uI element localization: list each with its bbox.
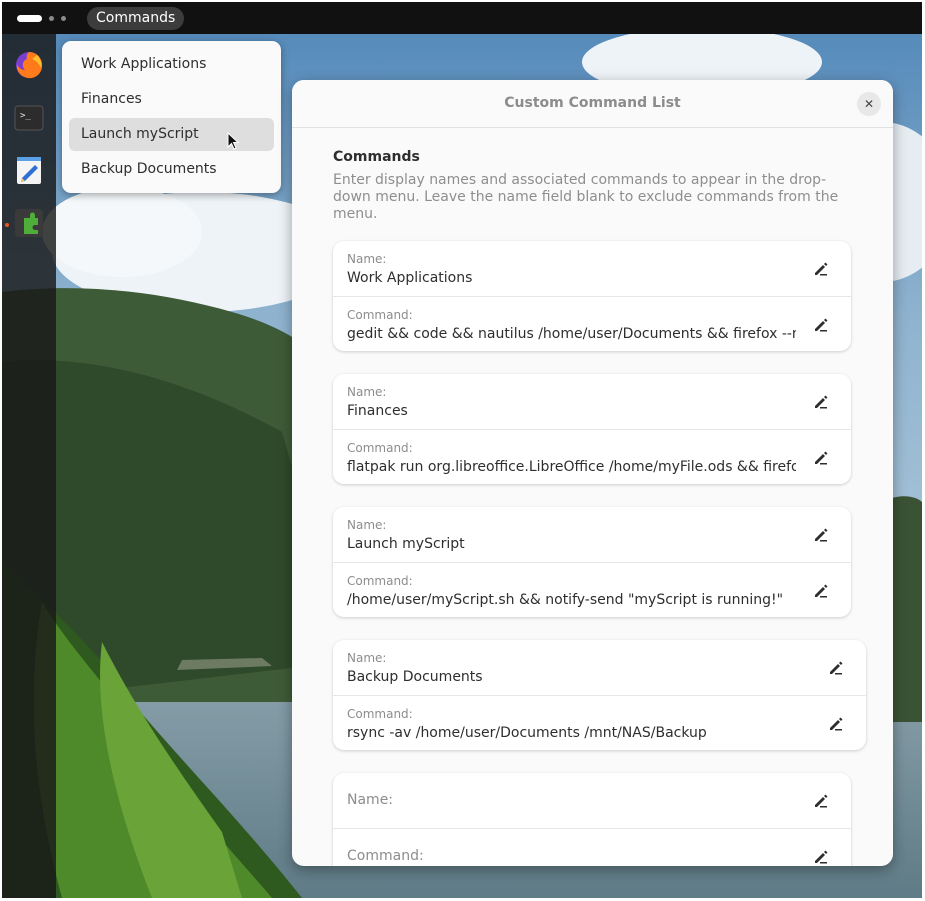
edit-icon[interactable] — [813, 849, 829, 865]
name-value[interactable]: Backup Documents — [347, 669, 811, 685]
text-editor-icon[interactable] — [13, 154, 45, 186]
command-entry-card: Name: Launch myScript Command: /home/use… — [333, 507, 851, 617]
commands-menu-button[interactable]: Commands — [87, 7, 185, 30]
section-title: Commands — [333, 149, 420, 165]
top-bar: Commands — [2, 2, 922, 34]
custom-command-list-dialog: Custom Command List ✕ Commands Enter dis… — [292, 80, 893, 866]
menu-item-launch-myscript[interactable]: Launch myScript — [69, 118, 274, 151]
command-label: Command: — [347, 707, 413, 721]
name-row[interactable]: Name: Finances — [333, 374, 851, 429]
terminal-icon[interactable]: >_ — [13, 102, 45, 134]
workspace-indicator[interactable] — [49, 16, 54, 21]
command-entry-card: Name: Finances Command: flatpak run org.… — [333, 374, 851, 484]
command-row[interactable]: Command: flatpak run org.libreoffice.Lib… — [333, 429, 851, 485]
name-row[interactable]: Name: — [333, 773, 851, 828]
command-row[interactable]: Command: rsync -av /home/user/Documents … — [333, 695, 866, 751]
command-row[interactable]: Command: /home/user/myScript.sh && notif… — [333, 562, 851, 618]
name-row[interactable]: Name: Work Applications — [333, 241, 851, 296]
section-description: Enter display names and associated comma… — [333, 172, 839, 222]
firefox-icon[interactable] — [13, 49, 45, 81]
command-entry-card: Name: Work Applications Command: gedit &… — [333, 241, 851, 351]
close-button[interactable]: ✕ — [857, 92, 881, 116]
command-label: Command: — [347, 441, 413, 455]
edit-icon[interactable] — [828, 660, 844, 676]
command-label: Command: — [347, 848, 424, 864]
edit-icon[interactable] — [813, 450, 829, 466]
menu-item-work-applications[interactable]: Work Applications — [69, 48, 274, 81]
desktop: Commands >_ Work Applications Finances L… — [2, 2, 922, 898]
name-value[interactable]: Work Applications — [347, 270, 796, 286]
name-value[interactable]: Launch myScript — [347, 536, 796, 552]
menu-item-backup-documents[interactable]: Backup Documents — [69, 153, 274, 186]
edit-icon[interactable] — [813, 793, 829, 809]
edit-icon[interactable] — [813, 583, 829, 599]
commands-dropdown-menu: Work Applications Finances Launch myScri… — [62, 41, 281, 193]
name-row[interactable]: Name: Backup Documents — [333, 640, 866, 695]
edit-icon[interactable] — [813, 527, 829, 543]
edit-icon[interactable] — [813, 317, 829, 333]
name-label: Name: — [347, 252, 387, 266]
name-label: Name: — [347, 385, 387, 399]
workspace-indicator-active[interactable] — [17, 15, 42, 22]
dock: >_ — [2, 34, 56, 898]
edit-icon[interactable] — [828, 716, 844, 732]
command-label: Command: — [347, 308, 413, 322]
name-label: Name: — [347, 518, 387, 532]
mouse-cursor-icon — [227, 132, 240, 150]
menu-item-finances[interactable]: Finances — [69, 83, 274, 116]
extensions-icon[interactable] — [13, 207, 45, 239]
command-value[interactable]: /home/user/myScript.sh && notify-send "m… — [347, 592, 796, 608]
edit-icon[interactable] — [813, 394, 829, 410]
command-entry-card: Name: Backup Documents Command: rsync -a… — [333, 640, 866, 750]
command-value[interactable]: flatpak run org.libreoffice.LibreOffice … — [347, 459, 796, 475]
command-row[interactable]: Command: — [333, 828, 851, 866]
name-value[interactable]: Finances — [347, 403, 796, 419]
name-label: Name: — [347, 792, 394, 808]
dialog-header: Custom Command List ✕ — [292, 80, 893, 128]
name-label: Name: — [347, 651, 387, 665]
command-entry-card-empty: Name: Command: — [333, 773, 851, 866]
workspace-indicator[interactable] — [61, 16, 66, 21]
running-indicator — [5, 223, 9, 227]
name-row[interactable]: Name: Launch myScript — [333, 507, 851, 562]
command-label: Command: — [347, 574, 413, 588]
dialog-title: Custom Command List — [504, 95, 681, 111]
command-value[interactable]: gedit && code && nautilus /home/user/Doc… — [347, 326, 796, 342]
svg-text:>_: >_ — [20, 111, 31, 121]
edit-icon[interactable] — [813, 261, 829, 277]
command-row[interactable]: Command: gedit && code && nautilus /home… — [333, 296, 851, 352]
command-value[interactable]: rsync -av /home/user/Documents /mnt/NAS/… — [347, 725, 811, 741]
